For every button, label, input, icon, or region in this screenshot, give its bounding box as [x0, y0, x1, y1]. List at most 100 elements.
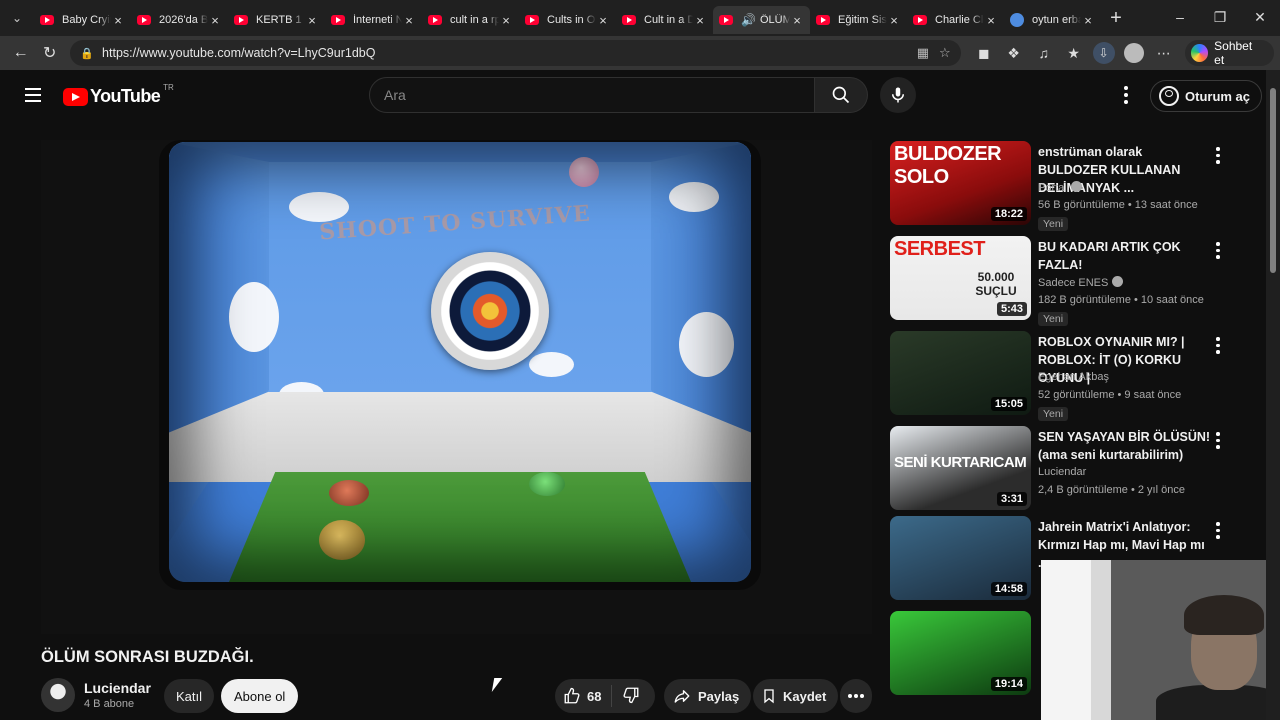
- video-menu-icon[interactable]: [1216, 522, 1222, 539]
- dislike-button[interactable]: [612, 686, 650, 707]
- channel-name[interactable]: Sadece ENES: [1038, 276, 1124, 289]
- sign-in-button[interactable]: Oturum aç: [1150, 80, 1263, 112]
- like-button[interactable]: 68: [555, 685, 613, 707]
- profile-avatar[interactable]: [1123, 43, 1144, 63]
- browser-tab[interactable]: oytun erba ×: [1004, 6, 1101, 34]
- tab-actions-menu-icon[interactable]: ⌄: [0, 0, 34, 36]
- video-player[interactable]: SHOOT TO SURVIVE: [41, 140, 872, 634]
- channel-name[interactable]: Luciendar: [84, 680, 151, 696]
- tab-close-icon[interactable]: ×: [402, 13, 416, 28]
- settings-more-icon[interactable]: [1118, 84, 1134, 106]
- video-title: ÖLÜM SONRASI BUZDAĞI.: [41, 648, 254, 666]
- region-code: TR: [163, 83, 174, 92]
- search-input[interactable]: [384, 87, 814, 103]
- puzzle-extensions-icon[interactable]: ❖: [999, 45, 1029, 62]
- tab-close-icon[interactable]: ×: [596, 13, 610, 28]
- media-icon[interactable]: ♫: [1029, 45, 1059, 61]
- close-window-icon[interactable]: ✕: [1240, 0, 1280, 36]
- video-thumbnail[interactable]: 14:58: [890, 516, 1031, 600]
- favorites-icon[interactable]: ★: [1059, 45, 1089, 62]
- bookmark-icon: [764, 689, 774, 704]
- favorite-star-icon[interactable]: ☆: [939, 45, 951, 61]
- video-thumbnail[interactable]: 15:05: [890, 331, 1031, 415]
- restore-icon[interactable]: ❐: [1200, 0, 1240, 36]
- like-count: 68: [587, 688, 602, 704]
- tab-close-icon[interactable]: ×: [111, 13, 125, 28]
- tab-close-icon[interactable]: ×: [499, 13, 513, 28]
- video-title[interactable]: BU KADARI ARTIK ÇOK FAZLA!: [1038, 238, 1213, 274]
- download-icon[interactable]: ⇩: [1092, 42, 1115, 64]
- video-duration: 5:43: [996, 302, 1027, 316]
- tab-close-icon[interactable]: ×: [693, 13, 707, 28]
- browser-tab[interactable]: 2026'da Bil ×: [131, 6, 228, 34]
- youtube-logo[interactable]: YouTube TR: [63, 83, 174, 107]
- recommended-video[interactable]: SENİ KURTARICAM 3:31 SEN YAŞAYAN BİR ÖLÜSÜ…: [890, 426, 1230, 512]
- youtube-favicon-icon: [913, 15, 927, 25]
- subscribe-button[interactable]: Abone ol: [221, 679, 299, 713]
- browser-tab[interactable]: İnterneti N ×: [325, 6, 422, 34]
- video-thumbnail[interactable]: SERBEST 50.000 SUÇLU 5:43: [890, 236, 1031, 320]
- save-button[interactable]: Kaydet: [753, 679, 839, 713]
- recommended-video[interactable]: SERBEST 50.000 SUÇLU 5:43 BU KADARI ARTIK Ç…: [890, 236, 1230, 326]
- back-icon[interactable]: ←: [6, 44, 35, 62]
- video-menu-icon[interactable]: [1216, 432, 1222, 449]
- browser-tab[interactable]: Baby Crying×: [34, 6, 131, 34]
- video-duration: 15:05: [990, 397, 1027, 411]
- address-bar[interactable]: 🔒 https://www.youtube.com/watch?v=LhyC9u…: [70, 40, 961, 66]
- scrollbar-thumb[interactable]: [1270, 88, 1276, 273]
- new-badge: Yeni: [1038, 407, 1069, 421]
- minimize-icon[interactable]: –: [1160, 0, 1200, 36]
- video-thumbnail[interactable]: SENİ KURTARICAM 3:31: [890, 426, 1031, 510]
- site-info-icon[interactable]: 🔒: [80, 47, 94, 60]
- voice-search-button[interactable]: [880, 77, 916, 113]
- tab-close-icon[interactable]: ×: [984, 13, 998, 28]
- video-duration: 3:31: [996, 492, 1027, 506]
- tab-close-icon[interactable]: ×: [887, 13, 901, 28]
- more-actions-button[interactable]: [840, 679, 872, 713]
- video-thumbnail[interactable]: BULDOZER SOLO 18:22: [890, 141, 1031, 225]
- join-button[interactable]: Katıl: [164, 679, 215, 713]
- tab-label: Charlie Clo: [935, 14, 984, 26]
- browser-tab[interactable]: Cult in a Da×: [616, 6, 713, 34]
- tab-close-icon[interactable]: ×: [1081, 13, 1095, 28]
- recommended-video[interactable]: 15:05 ROBLOX OYNANIR MI? | ROBLOX: İT (O)…: [890, 331, 1230, 421]
- reload-icon[interactable]: ↻: [35, 43, 64, 63]
- youtube-favicon-icon: [137, 15, 151, 25]
- extension-icon[interactable]: ◼: [969, 45, 999, 62]
- copilot-button[interactable]: Sohbet et: [1184, 39, 1274, 67]
- video-menu-icon[interactable]: [1216, 337, 1222, 354]
- video-menu-icon[interactable]: [1216, 147, 1222, 164]
- recommended-video[interactable]: BULDOZER SOLO 18:22 enstrüman olarak BULDO…: [890, 141, 1230, 231]
- new-tab-button[interactable]: +: [1101, 7, 1131, 30]
- search-button[interactable]: [815, 77, 868, 113]
- channel-name[interactable]: Portal: [1038, 181, 1082, 194]
- share-icon: [674, 690, 690, 703]
- page-scrollbar[interactable]: [1266, 70, 1280, 720]
- channel-avatar[interactable]: [41, 678, 75, 712]
- browser-tab[interactable]: KERTB 1 - Y×: [228, 6, 325, 34]
- browser-menu-icon[interactable]: ⋯: [1149, 45, 1179, 62]
- video-title[interactable]: SEN YAŞAYAN BİR ÖLÜSÜN! (ama seni kurtar…: [1038, 428, 1213, 464]
- channel-name[interactable]: Egehan Akbaş: [1038, 371, 1109, 383]
- tab-close-icon[interactable]: ×: [208, 13, 222, 28]
- reader-view-icon[interactable]: ▦: [917, 45, 929, 61]
- youtube-play-icon: [63, 87, 88, 106]
- thumbnail-text: BULDOZER SOLO: [894, 143, 1002, 188]
- tab-close-icon[interactable]: ×: [790, 13, 804, 28]
- audio-playing-icon[interactable]: 🔊: [741, 13, 756, 27]
- url-text: https://www.youtube.com/watch?v=LhyC9ur1…: [102, 46, 376, 60]
- video-menu-icon[interactable]: [1216, 242, 1222, 259]
- subscriber-count: 4 B abone: [84, 698, 135, 710]
- tab-close-icon[interactable]: ×: [305, 13, 319, 28]
- sign-in-label: Oturum aç: [1185, 88, 1251, 104]
- browser-tab[interactable]: 🔊 ÖLÜM ×: [713, 6, 810, 34]
- browser-tab[interactable]: Cults in On ×: [519, 6, 616, 34]
- browser-tab[interactable]: Eğitim Siste×: [810, 6, 907, 34]
- share-button[interactable]: Paylaş: [664, 679, 752, 713]
- thumbs-down-icon: [623, 687, 639, 703]
- browser-tab[interactable]: cult in a rp ×: [422, 6, 519, 34]
- channel-name[interactable]: Luciendar: [1038, 466, 1086, 478]
- guide-menu-icon[interactable]: [25, 88, 41, 106]
- browser-tab[interactable]: Charlie Clo ×: [907, 6, 1004, 34]
- video-thumbnail[interactable]: 19:14: [890, 611, 1031, 695]
